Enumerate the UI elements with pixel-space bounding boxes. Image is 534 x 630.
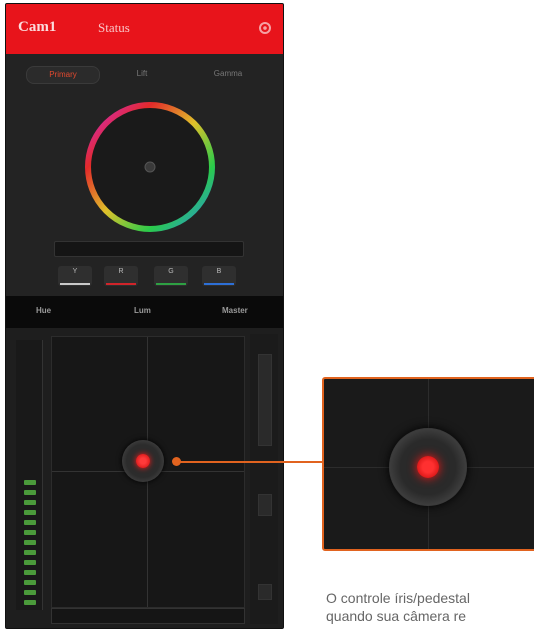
sub-tabs-bar: Hue Lum Master — [6, 296, 283, 328]
meter-segment — [24, 510, 36, 515]
channel-b-indicator — [204, 283, 234, 285]
caption-text: O controle íris/pedestal quando sua câme… — [326, 589, 534, 625]
meter-segment — [24, 490, 36, 495]
focus-slider[interactable] — [51, 608, 245, 624]
caption-line-1: O controle íris/pedestal — [326, 590, 470, 606]
tab-lum[interactable]: Lum — [134, 306, 151, 315]
channel-r-label: R — [118, 268, 124, 275]
wheel-center-handle[interactable] — [144, 161, 156, 173]
meter-segment — [24, 540, 36, 545]
channel-r-indicator — [106, 283, 136, 285]
iris-knob[interactable] — [122, 440, 164, 482]
meter-segment — [24, 550, 36, 555]
zoomed-iris-knob — [389, 428, 467, 506]
channel-y-label: Y — [72, 268, 78, 275]
black-level-slider[interactable] — [258, 354, 272, 446]
shutter-control[interactable] — [258, 494, 272, 516]
zoomed-knob-callout — [322, 377, 534, 551]
tab-lift[interactable]: Lift — [112, 66, 172, 82]
level-meter — [16, 340, 43, 610]
meter-segment — [24, 520, 36, 525]
channel-b-label: B — [216, 268, 222, 275]
camera-control-panel: Cam1 Status Primary Lift Gamma Y R G B H… — [5, 3, 284, 629]
meter-segment — [24, 530, 36, 535]
meter-segment — [24, 600, 36, 605]
camera-titlebar: Cam1 Status — [6, 4, 283, 54]
gain-control[interactable] — [258, 584, 272, 600]
channel-g-indicator — [156, 283, 186, 285]
camera-name: Cam1 — [18, 19, 57, 35]
channel-g[interactable]: G — [154, 266, 188, 286]
meter-segment — [24, 580, 36, 585]
caption-line-2: quando sua câmera re — [326, 608, 467, 624]
meter-segment — [24, 560, 36, 565]
meter-segment — [24, 480, 36, 485]
tally-dot-icon — [136, 454, 150, 468]
tab-primary[interactable]: Primary — [26, 66, 100, 84]
channel-r[interactable]: R — [104, 266, 138, 286]
tab-gamma[interactable]: Gamma — [196, 66, 260, 82]
tab-master[interactable]: Master — [222, 306, 248, 315]
channel-g-label: G — [168, 268, 174, 275]
master-level-slider[interactable] — [54, 241, 244, 257]
right-control-strip — [250, 334, 278, 624]
color-wheel[interactable] — [80, 97, 220, 237]
channel-y-indicator — [60, 283, 90, 285]
callout-line — [178, 461, 324, 463]
meter-segment — [24, 500, 36, 505]
color-mode-tabs: Primary Lift Gamma — [26, 66, 266, 84]
meter-segment — [24, 570, 36, 575]
channel-b[interactable]: B — [202, 266, 236, 286]
camera-status: Status — [98, 20, 130, 35]
settings-icon[interactable] — [257, 20, 273, 36]
tab-hue[interactable]: Hue — [36, 306, 51, 315]
color-wheel-graphic — [85, 102, 215, 232]
channel-y[interactable]: Y — [58, 266, 92, 286]
meter-segment — [24, 590, 36, 595]
zoomed-tally-dot-icon — [417, 456, 439, 478]
